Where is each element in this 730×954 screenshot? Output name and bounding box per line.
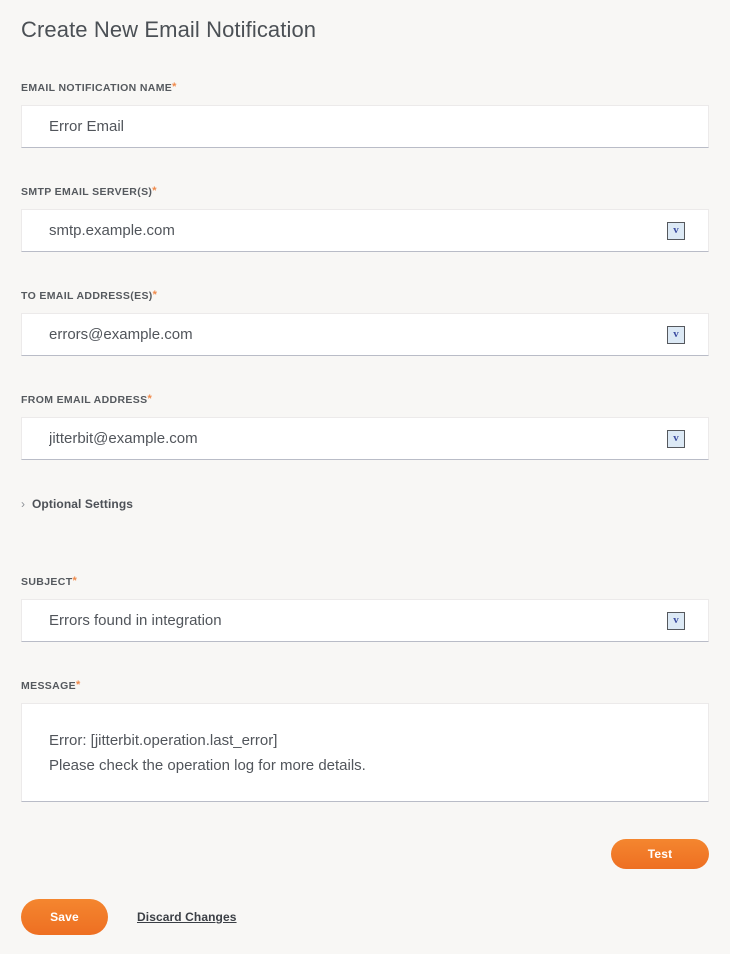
input-email-notification-name[interactable]: Error Email [21, 105, 709, 148]
label-from-email-address: FROM EMAIL ADDRESS* [21, 393, 709, 407]
message-line-2: Please check the operation log for more … [49, 757, 366, 774]
label-text: TO EMAIL ADDRESS(ES) [21, 290, 153, 302]
discard-changes-link[interactable]: Discard Changes [137, 910, 237, 924]
required-asterisk: * [152, 185, 157, 197]
required-asterisk: * [147, 393, 153, 405]
label-smtp-email-servers: SMTP EMAIL SERVER(S)* [21, 185, 709, 199]
input-to-email-addresses[interactable]: errors@example.com v [21, 313, 709, 356]
field-to-email-addresses: TO EMAIL ADDRESS(ES)* errors@example.com… [21, 290, 709, 356]
input-smtp-email-servers[interactable]: smtp.example.com v [21, 209, 709, 252]
field-from-email-address: FROM EMAIL ADDRESS* jitterbit@example.co… [21, 394, 709, 460]
required-asterisk: * [172, 81, 177, 93]
label-text: MESSAGE [21, 680, 76, 692]
optional-settings-label: Optional Settings [32, 497, 134, 511]
label-text: SUBJECT [21, 576, 73, 588]
field-subject: SUBJECT* Errors found in integration v [21, 576, 709, 642]
save-button[interactable]: Save [21, 899, 108, 935]
label-email-notification-name: EMAIL NOTIFICATION NAME* [21, 81, 709, 95]
input-value: Errors found in integration [49, 611, 222, 629]
input-subject[interactable]: Errors found in integration v [21, 599, 709, 642]
input-value: Error Email [49, 117, 125, 135]
chevron-down-icon[interactable]: v [667, 429, 685, 448]
chevron-down-glyph: v [673, 614, 679, 626]
chevron-down-icon[interactable]: v [667, 325, 685, 344]
chevron-down-icon[interactable]: v [667, 611, 685, 630]
required-asterisk: * [75, 679, 81, 691]
label-subject: SUBJECT* [21, 575, 709, 589]
required-asterisk: * [72, 575, 78, 587]
chevron-right-icon: › [21, 497, 25, 511]
field-message: MESSAGE* Error: [jitterbit.operation.las… [21, 680, 709, 802]
label-to-email-addresses: TO EMAIL ADDRESS(ES)* [21, 289, 709, 303]
label-text: EMAIL NOTIFICATION NAME [21, 82, 173, 94]
input-value: errors@example.com [49, 325, 193, 343]
chevron-down-glyph: v [673, 224, 679, 236]
field-email-notification-name: EMAIL NOTIFICATION NAME* Error Email [21, 82, 709, 148]
textarea-message[interactable]: Error: [jitterbit.operation.last_error] … [21, 703, 709, 802]
optional-settings-toggle[interactable]: › Optional Settings [21, 497, 709, 511]
input-value: smtp.example.com [49, 221, 175, 239]
input-value: jitterbit@example.com [49, 429, 198, 447]
test-button[interactable]: Test [611, 839, 709, 869]
chevron-down-glyph: v [673, 432, 679, 444]
label-text: SMTP EMAIL SERVER(S) [21, 186, 153, 198]
message-line-1: Error: [jitterbit.operation.last_error] [49, 732, 278, 749]
label-text: FROM EMAIL ADDRESS [21, 394, 148, 406]
create-email-notification-form: Create New Email Notification EMAIL NOTI… [0, 0, 730, 954]
chevron-down-icon[interactable]: v [667, 221, 685, 240]
label-message: MESSAGE* [21, 679, 709, 693]
required-asterisk: * [152, 289, 158, 301]
field-smtp-email-servers: SMTP EMAIL SERVER(S)* smtp.example.com v [21, 186, 709, 252]
chevron-down-glyph: v [673, 328, 679, 340]
page-title: Create New Email Notification [21, 17, 317, 42]
input-from-email-address[interactable]: jitterbit@example.com v [21, 417, 709, 460]
